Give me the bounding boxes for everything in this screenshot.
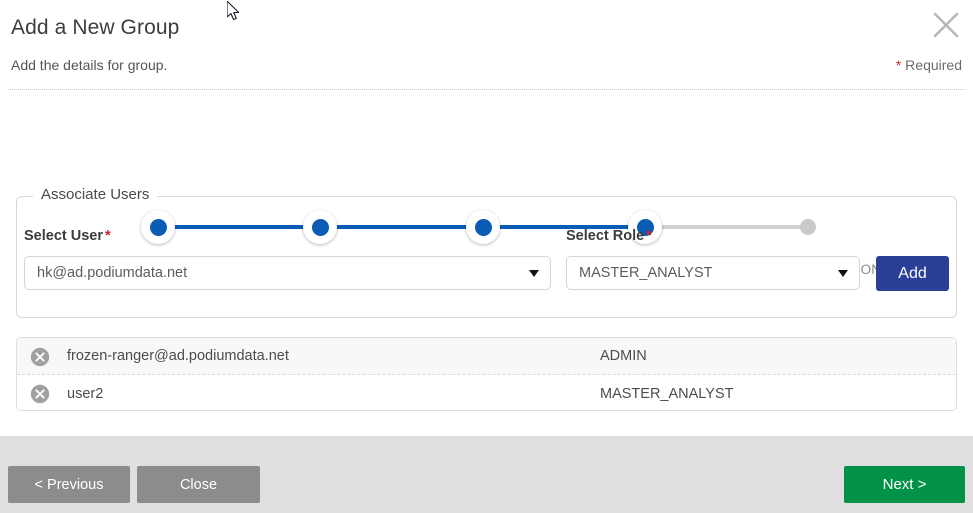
required-label: Required [901,57,962,73]
wizard-stepper: GROUP & SOURCES ENTITIES EXISTING GROUPS… [0,100,973,190]
remove-circle-icon[interactable] [30,347,50,367]
page-title: Add a New Group [11,16,179,40]
select-role-dropdown[interactable]: MASTER_ANALYST [566,256,860,290]
user-role: MASTER_ANALYST [600,386,734,402]
dialog-header: Add a New Group Add the details for grou… [0,0,973,90]
page-subtitle: Add the details for group. [11,57,167,73]
select-user-dropdown[interactable]: hk@ad.podiumdata.net [24,256,551,290]
table-row[interactable]: user2 MASTER_ANALYST [17,375,956,411]
add-button[interactable]: Add [876,256,949,291]
dialog-footer: < Previous Close Next > [0,436,973,513]
required-asterisk: * [646,228,652,244]
chevron-down-icon[interactable] [838,270,848,277]
user-role: ADMIN [600,348,647,364]
required-note: * Required [896,57,962,73]
table-row[interactable]: frozen-ranger@ad.podiumdata.net ADMIN [17,338,956,375]
user-name: frozen-ranger@ad.podiumdata.net [67,348,289,364]
select-user-label-text: Select User [24,228,103,244]
select-user-value: hk@ad.podiumdata.net [37,257,187,289]
remove-circle-icon[interactable] [30,384,50,404]
select-role-value: MASTER_ANALYST [579,257,713,289]
select-role-label: Select Role* [566,228,652,244]
fieldset-legend: Associate Users [33,186,157,203]
next-button[interactable]: Next > [844,466,965,503]
close-button[interactable]: Close [137,466,260,503]
user-name: user2 [67,386,103,402]
select-role-label-text: Select Role [566,228,644,244]
header-divider [8,89,965,90]
required-asterisk: * [105,228,111,244]
previous-button[interactable]: < Previous [8,466,130,503]
associated-users-list: frozen-ranger@ad.podiumdata.net ADMIN us… [16,337,957,411]
close-icon[interactable] [929,8,963,42]
chevron-down-icon[interactable] [529,270,539,277]
select-user-label: Select User* [24,228,111,244]
